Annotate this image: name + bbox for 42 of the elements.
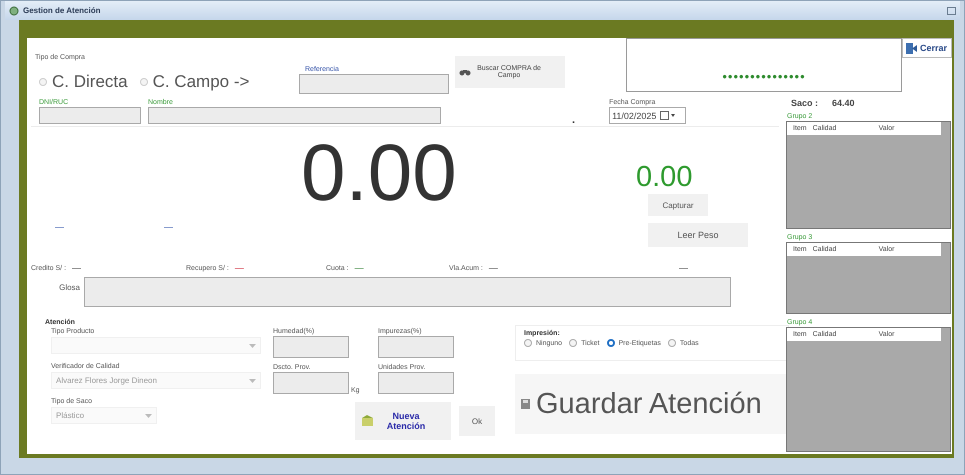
caret-icon[interactable] bbox=[249, 378, 256, 382]
window-icon bbox=[9, 6, 19, 16]
dropdown[interactable] bbox=[51, 337, 261, 354]
dash-text: — bbox=[679, 263, 688, 273]
caret-icon[interactable] bbox=[249, 344, 256, 348]
field-label: Saco : bbox=[791, 98, 818, 108]
box-icon[interactable] bbox=[361, 415, 375, 427]
summary-value: — bbox=[234, 263, 244, 273]
weight-display: 0.00 bbox=[301, 133, 458, 213]
captured-weight: 0.00 bbox=[636, 163, 692, 192]
radio-button[interactable]: C. Campo -> bbox=[140, 72, 250, 92]
dash-text: — bbox=[164, 222, 173, 232]
input-field[interactable] bbox=[378, 336, 454, 358]
caret-icon[interactable] bbox=[145, 414, 152, 418]
date-picker[interactable]: 11/02/2025 bbox=[609, 107, 686, 124]
bag-value: 64.40 bbox=[832, 98, 855, 108]
summary-value: — bbox=[354, 263, 364, 273]
input-field[interactable] bbox=[39, 107, 141, 124]
exit-icon[interactable] bbox=[906, 42, 917, 54]
read-weight-button[interactable]: Leer Peso bbox=[648, 223, 748, 247]
window-title: Gestion de Atención bbox=[23, 6, 100, 15]
summary-value: — bbox=[488, 263, 498, 273]
radio-button[interactable]: C. Directa bbox=[39, 72, 128, 92]
capture-button[interactable]: Capturar bbox=[648, 194, 708, 216]
save-icon[interactable] bbox=[521, 399, 530, 409]
maximize-icon[interactable] bbox=[947, 6, 956, 14]
new-attention-button[interactable]: Nueva Atención bbox=[355, 402, 451, 440]
input-field[interactable] bbox=[273, 336, 349, 358]
field-label: Glosa bbox=[58, 282, 81, 292]
input-field[interactable] bbox=[148, 107, 441, 124]
input-field[interactable] bbox=[299, 74, 449, 94]
ok-button[interactable]: Ok bbox=[459, 406, 495, 436]
input-field[interactable] bbox=[378, 372, 454, 394]
input-field[interactable] bbox=[273, 372, 349, 394]
dash-text: — bbox=[55, 222, 64, 232]
masked-text: ••••••••••••••• bbox=[722, 70, 806, 83]
binoculars-icon[interactable] bbox=[459, 67, 471, 77]
text-area[interactable] bbox=[84, 277, 731, 307]
summary-value: — bbox=[72, 263, 82, 273]
close-button[interactable]: Cerrar bbox=[902, 38, 952, 58]
calendar-dropdown-icon[interactable] bbox=[660, 111, 676, 120]
dot-mark: . bbox=[572, 114, 576, 126]
